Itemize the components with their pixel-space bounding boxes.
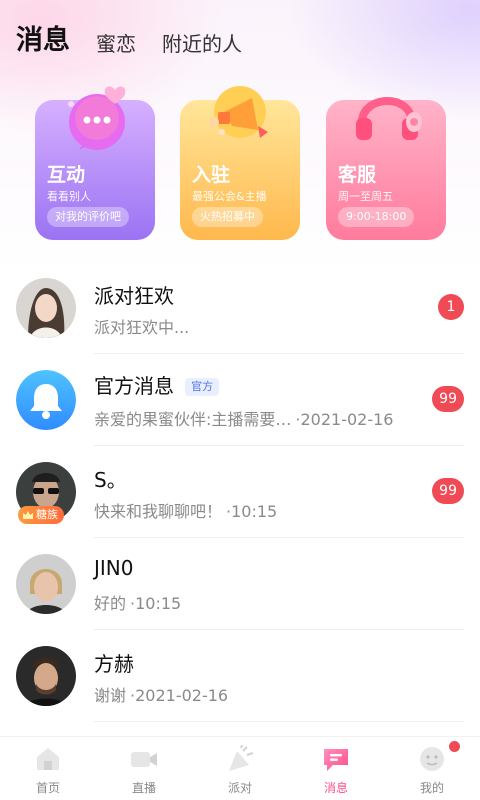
level-badge-label: 糖族	[36, 508, 58, 521]
crown-icon	[23, 511, 33, 519]
megaphone-icon	[209, 86, 268, 138]
nav-home[interactable]: 首页	[0, 737, 96, 800]
avatar	[16, 370, 76, 430]
unread-badge: 99	[432, 386, 464, 412]
card-pill: 火热招募中	[192, 207, 263, 227]
nav-profile-label: 我的	[419, 781, 444, 795]
nav-profile[interactable]: 我的	[384, 737, 480, 800]
contact-name: JIN0	[94, 556, 134, 580]
tab-nearby-label: 附近的人	[162, 32, 242, 56]
nav-live-label: 直播	[131, 781, 156, 795]
bottom-nav: 首页 直播 派对 消息 我的	[0, 736, 480, 800]
avatar	[16, 278, 76, 338]
party-icon	[229, 745, 254, 771]
list-item[interactable]: 糖族 S。 快来和我聊聊吧！ ·10:15 99	[0, 446, 480, 538]
unread-badge: 1	[438, 294, 464, 320]
card-pill: 对我的评价吧	[47, 207, 129, 227]
tab-nearby[interactable]: 附近的人	[162, 30, 242, 58]
card-subtitle: 看看别人	[47, 190, 91, 203]
card-title: 入驻	[192, 164, 231, 186]
top-tab-bar: 消息 蜜恋 附近的人	[14, 18, 268, 58]
avatar	[16, 646, 76, 706]
message-preview: 亲爱的果蜜伙伴:主播需要… ·2021-02-16	[94, 406, 393, 430]
message-preview: 快来和我聊聊吧！ ·10:15	[94, 498, 277, 522]
contact-name: 方赫	[94, 652, 134, 676]
message-preview: 谢谢 ·2021-02-16	[94, 682, 228, 706]
contact-name: S。	[94, 468, 127, 492]
tab-love-label: 蜜恋	[96, 32, 136, 56]
tab-messages-label: 消息	[16, 25, 70, 56]
nav-messages-label: 消息	[323, 781, 348, 795]
unread-badge: 99	[432, 478, 464, 504]
contact-name: 官方消息	[94, 374, 174, 398]
list-item[interactable]: JIN0 好的 ·10:15	[0, 538, 480, 630]
message-time: ·10:15	[130, 594, 182, 613]
message-list: 派对狂欢 派对狂欢中... 1 官方消息 官方 亲爱的果蜜伙伴:主播需要… ·20…	[0, 262, 480, 722]
list-item[interactable]: 派对狂欢 派对狂欢中... 1	[0, 262, 480, 354]
interaction-card[interactable]: 互动 看看别人 对我的评价吧	[35, 86, 155, 240]
tab-love[interactable]: 蜜恋	[96, 30, 136, 58]
chat-bubble-icon	[68, 86, 126, 150]
avatar	[16, 554, 76, 614]
preview-text: 谢谢	[94, 686, 127, 705]
notification-dot	[449, 741, 460, 752]
official-tag: 官方	[185, 378, 220, 396]
message-time: ·2021-02-16	[130, 686, 229, 705]
nav-messages[interactable]: 消息	[288, 737, 384, 800]
list-item[interactable]: 方赫 谢谢 ·2021-02-16	[0, 630, 480, 722]
card-title: 互动	[47, 164, 86, 186]
card-pill: 9:00-18:00	[338, 207, 415, 227]
headphones-icon	[356, 97, 422, 140]
nav-party-label: 派对	[227, 781, 252, 795]
list-item[interactable]: 官方消息 官方 亲爱的果蜜伙伴:主播需要… ·2021-02-16 99	[0, 354, 480, 446]
card-subtitle: 周一至周五	[338, 190, 393, 203]
preview-text: 派对狂欢中...	[94, 318, 190, 337]
video-camera-icon	[131, 752, 157, 767]
tab-messages[interactable]: 消息	[14, 24, 70, 58]
profile-icon	[420, 747, 444, 771]
card-title: 客服	[338, 164, 377, 186]
preview-text: 快来和我聊聊吧！	[94, 502, 223, 521]
message-preview: 好的 ·10:15	[94, 590, 181, 614]
customer-service-card[interactable]: 客服 周一至周五 9:00-18:00	[326, 97, 446, 240]
nav-party[interactable]: 派对	[192, 737, 288, 800]
preview-text: 亲爱的果蜜伙伴:主播需要…	[94, 410, 292, 429]
join-card[interactable]: 入驻 最强公会&主播 火热招募中	[180, 86, 300, 240]
home-icon	[37, 748, 59, 770]
card-subtitle: 最强公会&主播	[192, 190, 267, 203]
message-preview: 派对狂欢中...	[94, 314, 189, 338]
contact-name: 派对狂欢	[94, 284, 174, 308]
message-time: ·10:15	[226, 502, 278, 521]
preview-text: 好的	[94, 594, 127, 613]
level-badge: 糖族	[18, 506, 64, 524]
row-divider	[94, 721, 464, 722]
message-icon	[324, 749, 348, 771]
message-time: ·2021-02-16	[295, 410, 394, 429]
nav-home-label: 首页	[35, 781, 60, 795]
contact-name-wrap: 官方消息 官方	[94, 370, 220, 399]
nav-live[interactable]: 直播	[96, 737, 192, 800]
